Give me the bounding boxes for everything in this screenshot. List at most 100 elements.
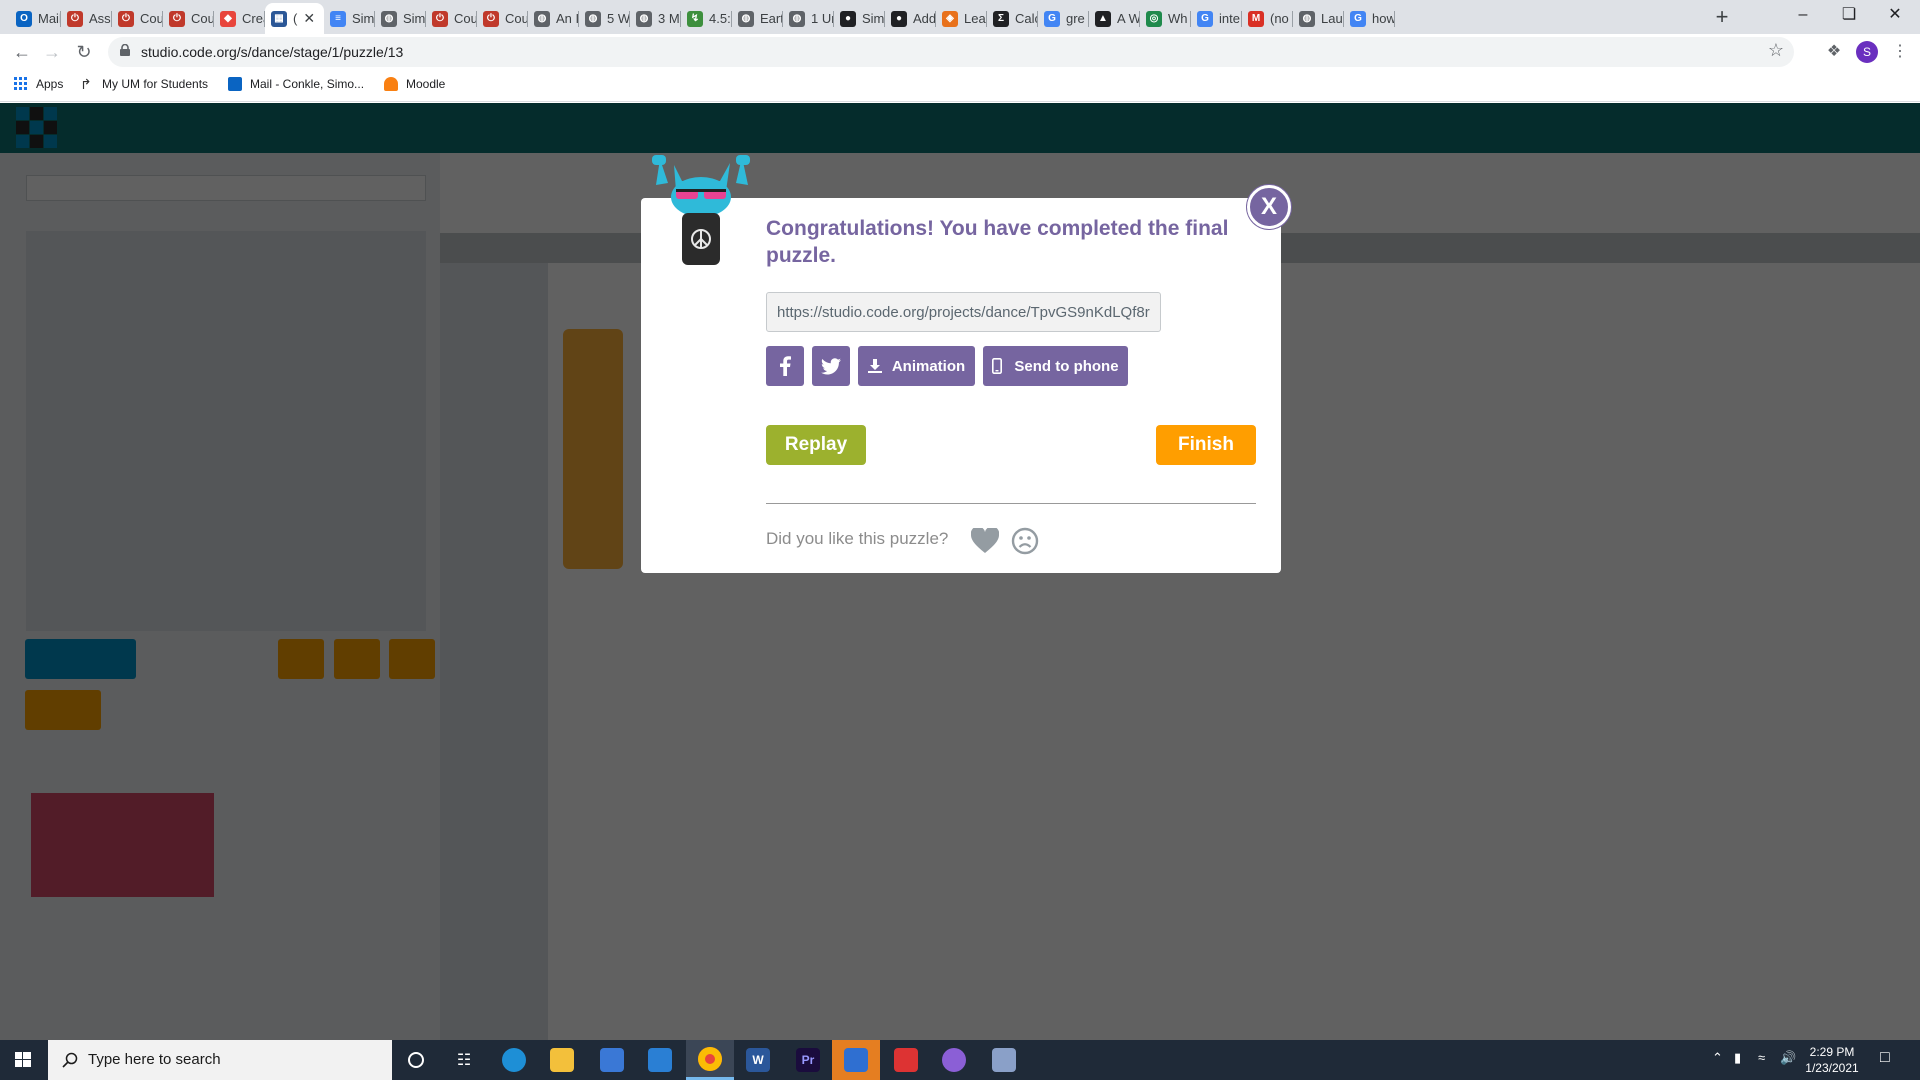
tab-favicon-icon: ◍ (381, 10, 397, 27)
bookmark-mail[interactable]: Mail - Conkle, Simo... (228, 77, 364, 91)
taskbar-clock[interactable]: 2:29 PM 1/23/2021 (1790, 1044, 1874, 1076)
reload-icon[interactable]: ↻ (70, 38, 98, 66)
discord-like-app-icon[interactable] (930, 1040, 978, 1080)
close-tab-icon[interactable]: ✕ (303, 10, 315, 27)
tab-favicon-icon: ● (840, 10, 856, 27)
tab-favicon-icon: ◈ (942, 10, 958, 27)
tab-favicon-icon: ◍ (789, 10, 805, 27)
tab-title: how (1372, 11, 1395, 26)
browser-tab[interactable]: ◍ Sim (375, 3, 426, 34)
tab-title: inte (1219, 11, 1240, 26)
mail-app-icon[interactable] (636, 1040, 684, 1080)
browser-tab[interactable]: ● Sim (834, 3, 885, 34)
browser-menu-icon[interactable]: ⋮ (1886, 38, 1914, 66)
browser-toolbar: ← → ↻ studio.code.org/s/dance/stage/1/pu… (0, 34, 1920, 70)
browser-tab[interactable]: ≡ Sim (324, 3, 375, 34)
tab-title: Sim (403, 11, 426, 26)
new-tab-button[interactable]: + (1708, 4, 1736, 32)
tab-title: Cou (454, 11, 477, 26)
profile-avatar[interactable]: S (1856, 41, 1878, 63)
browser-tab[interactable]: ⏻ Cou (426, 3, 477, 34)
taskbar-search-box[interactable]: Type here to search (48, 1040, 392, 1080)
tab-favicon-icon: Σ (993, 10, 1009, 27)
browser-tab[interactable]: O Mail (10, 3, 61, 34)
browser-tab[interactable]: ⏻ Cou (477, 3, 528, 34)
cat-mascot-icon (652, 155, 750, 265)
browser-tab[interactable]: ◎ Wh (1140, 3, 1191, 34)
browser-tab[interactable]: Ghow (1344, 3, 1395, 34)
tab-favicon-icon: ⏻ (118, 10, 134, 27)
file-explorer-icon[interactable] (538, 1040, 586, 1080)
replay-button[interactable]: Replay (766, 425, 866, 465)
browser-tab[interactable]: ◍ An I (528, 3, 579, 34)
finish-button[interactable]: Finish (1156, 425, 1256, 465)
tab-favicon-icon: ⏻ (67, 10, 83, 27)
browser-tab[interactable]: ● Add (885, 3, 936, 34)
bookmark-apps[interactable]: Apps (14, 77, 63, 91)
tab-favicon-icon: O (16, 10, 32, 27)
chrome-icon[interactable] (686, 1040, 734, 1080)
browser-tab[interactable]: M (no (1242, 3, 1293, 34)
minimize-button[interactable]: – (1780, 0, 1826, 32)
battery-icon[interactable]: ▮ (1734, 1050, 1741, 1066)
notifications-icon[interactable]: □ (1880, 1049, 1890, 1067)
microsoft-store-icon[interactable] (588, 1040, 636, 1080)
browser-tab[interactable]: ◍ 5 W (579, 3, 630, 34)
moodle-icon (384, 77, 398, 91)
word-icon[interactable]: W (734, 1040, 782, 1080)
lock-icon (120, 44, 130, 56)
browser-tab[interactable]: ◍ Lau (1293, 3, 1344, 34)
tab-title: An I (556, 11, 579, 26)
tab-favicon-icon: ↯ (687, 10, 703, 27)
tab-favicon-icon: ◍ (534, 10, 550, 27)
back-icon[interactable]: ← (8, 38, 36, 66)
browser-tab[interactable]: ⏻ Assi (61, 3, 112, 34)
close-dialog-button[interactable]: X (1247, 185, 1291, 229)
wifi-icon[interactable]: ≈ (1758, 1050, 1765, 1065)
bookmark-star-icon[interactable]: ☆ (1768, 40, 1784, 61)
tab-title: Crea (242, 11, 265, 26)
forward-icon[interactable]: → (38, 38, 66, 66)
bookmark-moodle[interactable]: Moodle (384, 77, 445, 91)
browser-tab[interactable]: ⏻ Cou (163, 3, 214, 34)
heart-like-icon[interactable] (971, 528, 999, 554)
sad-face-dislike-icon[interactable] (1011, 527, 1039, 555)
show-hidden-icons-icon[interactable]: ⌃ (1712, 1050, 1723, 1066)
close-window-button[interactable]: ✕ (1872, 0, 1918, 32)
um-logo-icon: ↱ (80, 76, 92, 92)
tab-favicon-icon: ◍ (636, 10, 652, 27)
browser-tab[interactable]: ◍ Eart (732, 3, 783, 34)
joystick-app-icon[interactable] (882, 1040, 930, 1080)
browser-tab[interactable]: ◆ Crea (214, 3, 265, 34)
tab-favicon-icon: ◍ (738, 10, 754, 27)
browser-tab[interactable]: Ggre (1038, 3, 1089, 34)
windows-start-icon[interactable] (0, 1040, 46, 1080)
camera-app-icon[interactable] (980, 1040, 1028, 1080)
extensions-icon[interactable]: ❖ (1820, 38, 1848, 66)
share-url-field[interactable] (766, 292, 1161, 332)
task-view-icon[interactable]: ☷ (440, 1040, 488, 1080)
bookmark-my-um[interactable]: ↱ My UM for Students (80, 77, 208, 91)
animation-download-button[interactable]: Animation (858, 346, 975, 386)
address-bar[interactable]: studio.code.org/s/dance/stage/1/puzzle/1… (108, 37, 1794, 67)
restore-button[interactable]: ❏ (1826, 0, 1872, 32)
tab-favicon-icon: ◍ (585, 10, 601, 27)
send-to-phone-button[interactable]: Send to phone (983, 346, 1128, 386)
browser-tab[interactable]: ◍ 1 Ur (783, 3, 834, 34)
twitter-share-button[interactable] (812, 346, 850, 386)
browser-tab[interactable]: ↯ 4.5: (681, 3, 732, 34)
cortana-icon[interactable] (392, 1040, 440, 1080)
security-shield-icon[interactable] (832, 1040, 880, 1080)
browser-tab[interactable]: ◈ Lea (936, 3, 987, 34)
browser-tab[interactable]: ▲ A W (1089, 3, 1140, 34)
tab-favicon-icon: ◎ (1146, 10, 1162, 27)
browser-tab[interactable]: Σ Calc (987, 3, 1038, 34)
facebook-share-button[interactable] (766, 346, 804, 386)
premiere-pro-icon[interactable]: Pr (784, 1040, 832, 1080)
outlook-icon (228, 77, 242, 91)
browser-tab[interactable]: ▦ (✕ (265, 3, 324, 34)
browser-tab[interactable]: Ginte (1191, 3, 1242, 34)
browser-tab[interactable]: ⏻ Cou (112, 3, 163, 34)
browser-tab[interactable]: ◍ 3 M (630, 3, 681, 34)
edge-icon[interactable] (490, 1040, 538, 1080)
